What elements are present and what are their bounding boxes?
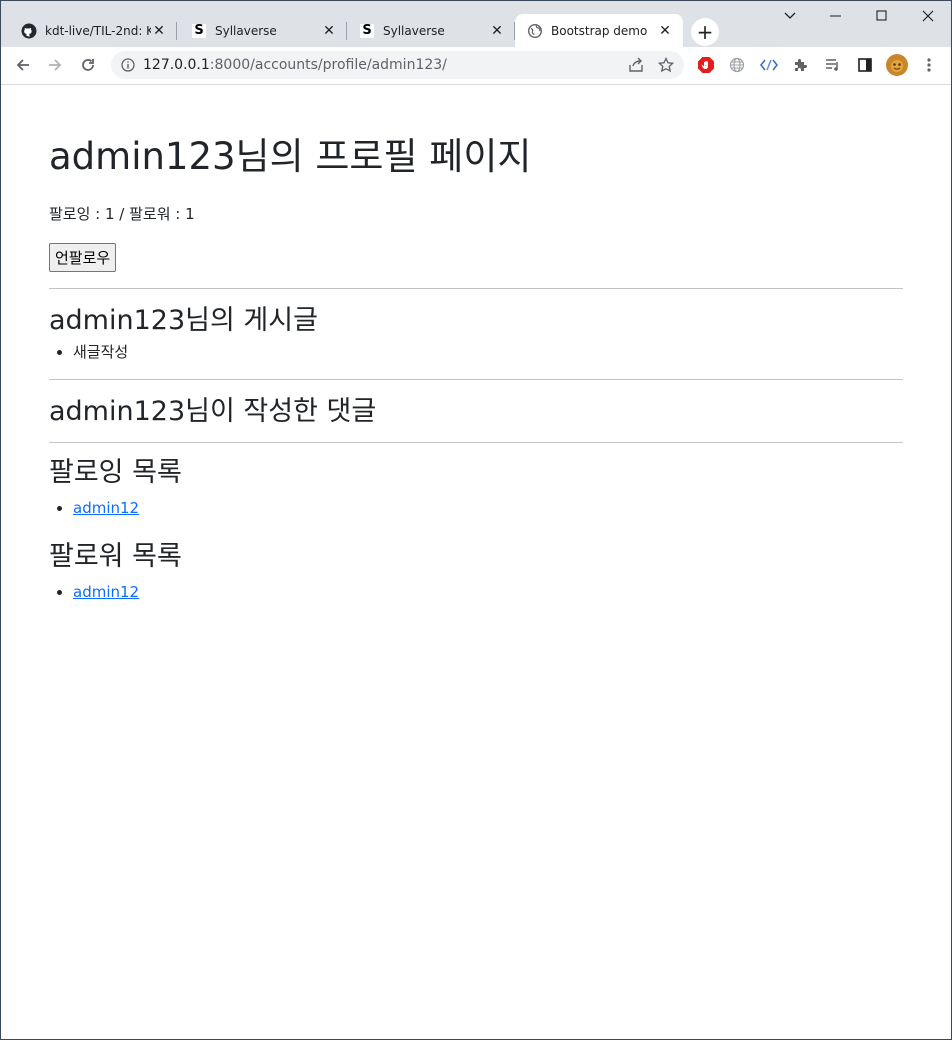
url-host: 127.0.0.1	[143, 57, 210, 73]
forward-arrow-icon[interactable]	[41, 51, 69, 79]
followers-list: admin12	[49, 581, 903, 603]
more-menu-icon[interactable]	[915, 51, 943, 79]
extensions-puzzle-icon[interactable]	[787, 51, 815, 79]
globe-icon	[527, 23, 543, 39]
address-bar[interactable]: 127.0.0.1:8000/accounts/profile/admin123…	[111, 51, 684, 79]
reload-icon[interactable]	[74, 51, 102, 79]
minimize-icon[interactable]	[813, 1, 859, 31]
tab-title: Syllaverse	[383, 23, 445, 38]
bookmark-star-icon[interactable]	[658, 57, 674, 73]
syllaverse-s-icon: S	[191, 23, 207, 39]
comments-heading: admin123님이 작성한 댓글	[49, 396, 377, 427]
tab-search-chevron-icon[interactable]	[767, 1, 813, 31]
divider	[49, 379, 903, 380]
posts-heading: admin123님의 게시글	[49, 305, 318, 336]
adblock-extension-icon[interactable]	[692, 51, 720, 79]
list-item: admin12	[73, 497, 903, 519]
tab-syllaverse-2[interactable]: S Syllaverse ✕	[347, 14, 515, 47]
close-icon[interactable]: ✕	[657, 23, 673, 39]
divider	[49, 288, 903, 289]
github-icon	[21, 23, 37, 39]
syllaverse-s-icon: S	[359, 23, 375, 39]
tab-title: kdt-live/TIL-2nd: KD	[45, 23, 151, 38]
back-arrow-icon[interactable]	[9, 51, 37, 79]
page-content: admin123님의 프로필 페이지 팔로잉 : 1 / 팔로워 : 1 언팔로…	[1, 135, 951, 603]
page-title: admin123님의 프로필 페이지	[49, 135, 532, 178]
tab-title: Syllaverse	[215, 23, 277, 38]
share-icon[interactable]	[628, 57, 644, 73]
list-item: admin12	[73, 581, 903, 603]
close-window-icon[interactable]	[905, 1, 951, 31]
tab-github[interactable]: kdt-live/TIL-2nd: KD ✕	[9, 14, 177, 47]
url-text: 127.0.0.1:8000/accounts/profile/admin123…	[143, 57, 447, 73]
follower-user-link[interactable]: admin12	[73, 583, 139, 601]
followers-heading: 팔로워 목록	[49, 541, 182, 572]
posts-list: 새글작성	[49, 341, 903, 363]
divider	[49, 442, 903, 443]
list-item: 새글작성	[73, 341, 903, 363]
url-path: :8000/accounts/profile/admin123/	[209, 57, 447, 73]
follow-stats: 팔로잉 : 1 / 팔로워 : 1	[49, 205, 195, 223]
tab-title: Bootstrap demo	[551, 23, 648, 38]
profile-avatar[interactable]	[883, 51, 911, 79]
media-queue-icon[interactable]	[819, 51, 847, 79]
tab-syllaverse-1[interactable]: S Syllaverse ✕	[179, 14, 347, 47]
following-user-link[interactable]: admin12	[73, 499, 139, 517]
unfollow-button[interactable]: 언팔로우	[49, 243, 117, 272]
devtools-extension-icon[interactable]	[755, 51, 783, 79]
translate-globe-icon[interactable]	[723, 51, 751, 79]
browser-toolbar: 127.0.0.1:8000/accounts/profile/admin123…	[1, 47, 951, 85]
tab-bootstrap-demo[interactable]: Bootstrap demo ✕	[515, 14, 683, 47]
close-icon[interactable]: ✕	[151, 23, 167, 39]
following-list: admin12	[49, 497, 903, 519]
close-icon[interactable]: ✕	[321, 23, 337, 39]
side-panel-icon[interactable]	[851, 51, 879, 79]
following-heading: 팔로잉 목록	[49, 457, 182, 488]
browser-tab-strip: kdt-live/TIL-2nd: KD ✕ S Syllaverse ✕ S …	[1, 1, 951, 47]
close-icon[interactable]: ✕	[489, 23, 505, 39]
maximize-icon[interactable]	[859, 1, 905, 31]
site-info-icon[interactable]	[121, 58, 135, 72]
new-tab-button[interactable]: +	[691, 18, 719, 46]
